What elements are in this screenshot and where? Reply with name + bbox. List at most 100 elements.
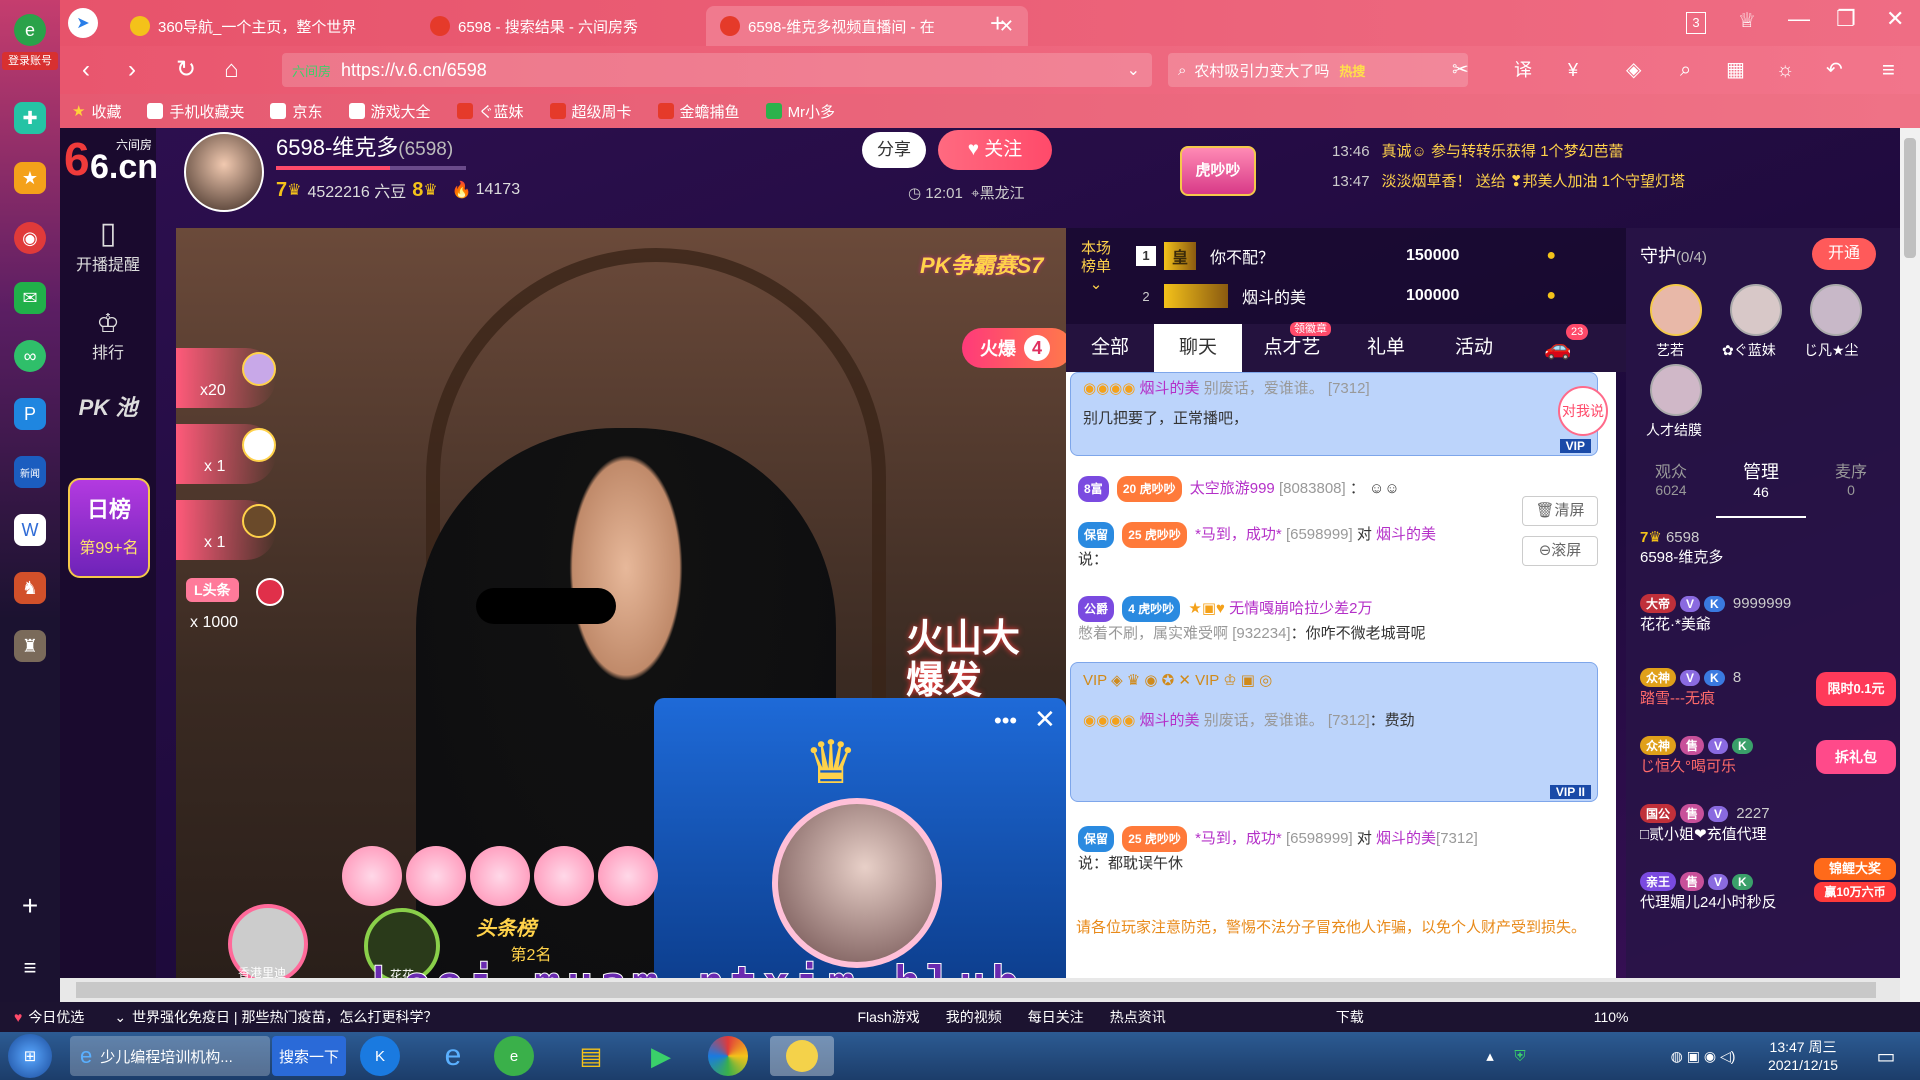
video-player[interactable]: PK争霸赛S7 火爆 4 x20 x 1 x 1 L头条 x 1000 火山大爆…: [176, 228, 1066, 978]
e-browser-icon[interactable]: e: [14, 14, 46, 46]
coin-icon[interactable]: ¥: [1568, 56, 1578, 84]
status-item[interactable]: 我的视频: [946, 1007, 1002, 1027]
guard-avatar[interactable]: [1810, 284, 1862, 336]
bookmark-item[interactable]: Mr小多: [765, 101, 835, 122]
share-button[interactable]: 分享: [862, 132, 926, 168]
tab-activity[interactable]: 活动: [1430, 324, 1518, 372]
chat-user[interactable]: 无情嘎崩哈拉少差2万: [1229, 600, 1372, 617]
gamepad-icon[interactable]: ◈: [1626, 56, 1641, 84]
back-icon[interactable]: ‹: [82, 56, 90, 84]
tab-all[interactable]: 全部: [1066, 324, 1154, 372]
menu-icon[interactable]: ≡: [14, 952, 46, 984]
chevron-down-icon[interactable]: ⌄: [1127, 60, 1140, 80]
bookmark-item[interactable]: 超级周卡: [549, 101, 632, 122]
minimize-icon[interactable]: —: [1788, 6, 1810, 32]
shirt-icon[interactable]: ♕: [1738, 8, 1756, 33]
tab-search[interactable]: 6598 - 搜索结果 - 六间房秀: [416, 6, 706, 46]
more-icon[interactable]: •••: [994, 708, 1017, 734]
tab-gift-list[interactable]: 礼单: [1342, 324, 1430, 372]
tab-talent[interactable]: 点才艺 领徽章: [1242, 322, 1342, 372]
star-icon[interactable]: ★: [14, 162, 46, 194]
status-news[interactable]: 世界强化免疫日 | 那些热门疫苗，怎么打更科学？: [132, 1007, 437, 1027]
mini-player[interactable]: ••• ✕ ♛: [654, 698, 1066, 978]
chat-messages[interactable]: ◉◉◉◉ 烟斗的美 别废话，爱谁谁。 [7312] 别几把要了，正常播吧， VI…: [1066, 372, 1616, 978]
game2-icon[interactable]: ♜: [14, 630, 46, 662]
follow-button[interactable]: ♥ 关注: [938, 130, 1052, 170]
status-item[interactable]: 今日优选: [28, 1007, 84, 1027]
translate-icon[interactable]: 译: [1514, 56, 1532, 84]
bookmark-item[interactable]: 京东: [270, 101, 323, 122]
admin-user[interactable]: 众神 V K 8 踏雪---无痕: [1640, 668, 1741, 708]
tab-chat[interactable]: 聊天: [1154, 324, 1242, 372]
notification-icon[interactable]: ▭: [1866, 1036, 1906, 1076]
rank-row[interactable]: 2 烟斗的美 ● 100000: [1136, 280, 1616, 312]
menu-icon[interactable]: ≡: [1882, 56, 1895, 84]
status-item[interactable]: Flash游戏: [857, 1007, 919, 1027]
shield-icon[interactable]: ⛨: [1508, 1036, 1532, 1076]
word-icon[interactable]: W: [14, 514, 46, 546]
close-icon[interactable]: ✕: [1034, 704, 1056, 735]
bookmark-item[interactable]: ★ 收藏: [72, 101, 121, 122]
tab-360[interactable]: 360导航_一个主页，整个世界: [116, 6, 416, 46]
undo-icon[interactable]: ↶: [1826, 56, 1843, 84]
refresh-icon[interactable]: ↻: [176, 56, 196, 84]
chat-user[interactable]: 烟斗的美: [1140, 380, 1200, 397]
sun-icon[interactable]: ☼: [1776, 56, 1794, 84]
taskbar-live-task[interactable]: [770, 1036, 834, 1076]
tab-audience[interactable]: 观众 6024: [1626, 458, 1716, 518]
chat-user[interactable]: *马到，成功*: [1195, 830, 1282, 847]
tab-count-badge[interactable]: 3: [1686, 12, 1706, 34]
search-tool-icon[interactable]: ⌕: [1680, 56, 1691, 84]
grid-icon[interactable]: ▦: [1726, 56, 1745, 84]
zoom-level[interactable]: 110%: [1594, 1009, 1629, 1025]
clear-screen-button[interactable]: 🗑清屏: [1522, 496, 1598, 526]
guard-avatar[interactable]: [1650, 364, 1702, 416]
tiger-badge[interactable]: 虎吵吵: [1180, 146, 1256, 196]
tab-admin[interactable]: 管理 46: [1716, 458, 1806, 518]
scroll-lock-button[interactable]: ⊖滚屏: [1522, 536, 1598, 566]
guard-avatar[interactable]: [1730, 284, 1782, 336]
status-item[interactable]: 下载: [1336, 1007, 1364, 1027]
day-rank-card[interactable]: 日榜 第99+名: [68, 478, 150, 578]
weibo-icon[interactable]: ◉: [14, 222, 46, 254]
anchor-name[interactable]: 6598-维克多(6598): [276, 130, 453, 162]
promo-prize[interactable]: 赢10万六币: [1814, 882, 1896, 902]
login-button[interactable]: 登录账号: [2, 52, 58, 70]
clock[interactable]: 13:47 周三 2021/12/15: [1748, 1036, 1858, 1076]
tab-live[interactable]: 6598-维克多视频直播间 - 在 ✕: [706, 6, 1028, 46]
restore-icon[interactable]: ❐: [1836, 6, 1856, 32]
admin-user[interactable]: 众神售 V K じ恒久°喝可乐: [1640, 736, 1757, 776]
chat-user[interactable]: 烟斗的美: [1140, 712, 1200, 729]
rank-row[interactable]: 1 皇 你不配？ ● 150000: [1136, 240, 1616, 272]
chat-target[interactable]: 烟斗的美: [1376, 526, 1436, 543]
loop-icon[interactable]: ∞: [14, 340, 46, 372]
address-bar[interactable]: 六间房 https://v.6.cn/6598 ⌄: [282, 53, 1152, 87]
promo-limited[interactable]: 限时0.1元: [1816, 672, 1896, 706]
start-icon[interactable]: ⊞: [8, 1034, 52, 1078]
anchor-avatar[interactable]: [184, 132, 264, 212]
status-item[interactable]: 热点资讯: [1110, 1007, 1166, 1027]
bookmark-item[interactable]: 金蟾捕鱼: [657, 101, 740, 122]
talk-to-me-button[interactable]: 对我说: [1558, 386, 1608, 436]
folder-icon[interactable]: ▤: [566, 1036, 616, 1076]
admin-user[interactable]: 大帝 V K 9999999 花花·*美爺: [1640, 594, 1791, 634]
nav-live-alert[interactable]: ▯ 开播提醒: [60, 216, 156, 275]
chat-target[interactable]: 烟斗的美: [1376, 830, 1436, 847]
promo-gift-pack[interactable]: 拆礼包: [1816, 740, 1896, 774]
admin-user[interactable]: 7♛ 6598 6598-维克多: [1640, 528, 1723, 567]
tab-mic-queue[interactable]: 麦序 0: [1806, 458, 1896, 518]
scroll-thumb[interactable]: [76, 982, 1876, 998]
nav-pk[interactable]: PK 池: [60, 390, 156, 422]
horizontal-scrollbar[interactable]: [60, 978, 1900, 1002]
open-guard-button[interactable]: 开通: [1812, 238, 1876, 270]
bookmark-item[interactable]: 手机收藏夹: [147, 101, 244, 122]
mail-icon[interactable]: ✉: [14, 282, 46, 314]
home-icon[interactable]: ⌂: [224, 56, 239, 84]
news-icon[interactable]: 新闻: [14, 456, 46, 488]
cut-icon[interactable]: ✂: [1452, 56, 1469, 84]
scroll-thumb[interactable]: [1904, 138, 1916, 258]
bookmark-item[interactable]: ぐ蓝妹: [456, 101, 524, 122]
taskbar-ie-task[interactable]: e 少儿编程培训机构...: [70, 1036, 270, 1076]
navigation-icon[interactable]: ➤: [68, 8, 98, 38]
player-icon[interactable]: ▶: [636, 1036, 686, 1076]
